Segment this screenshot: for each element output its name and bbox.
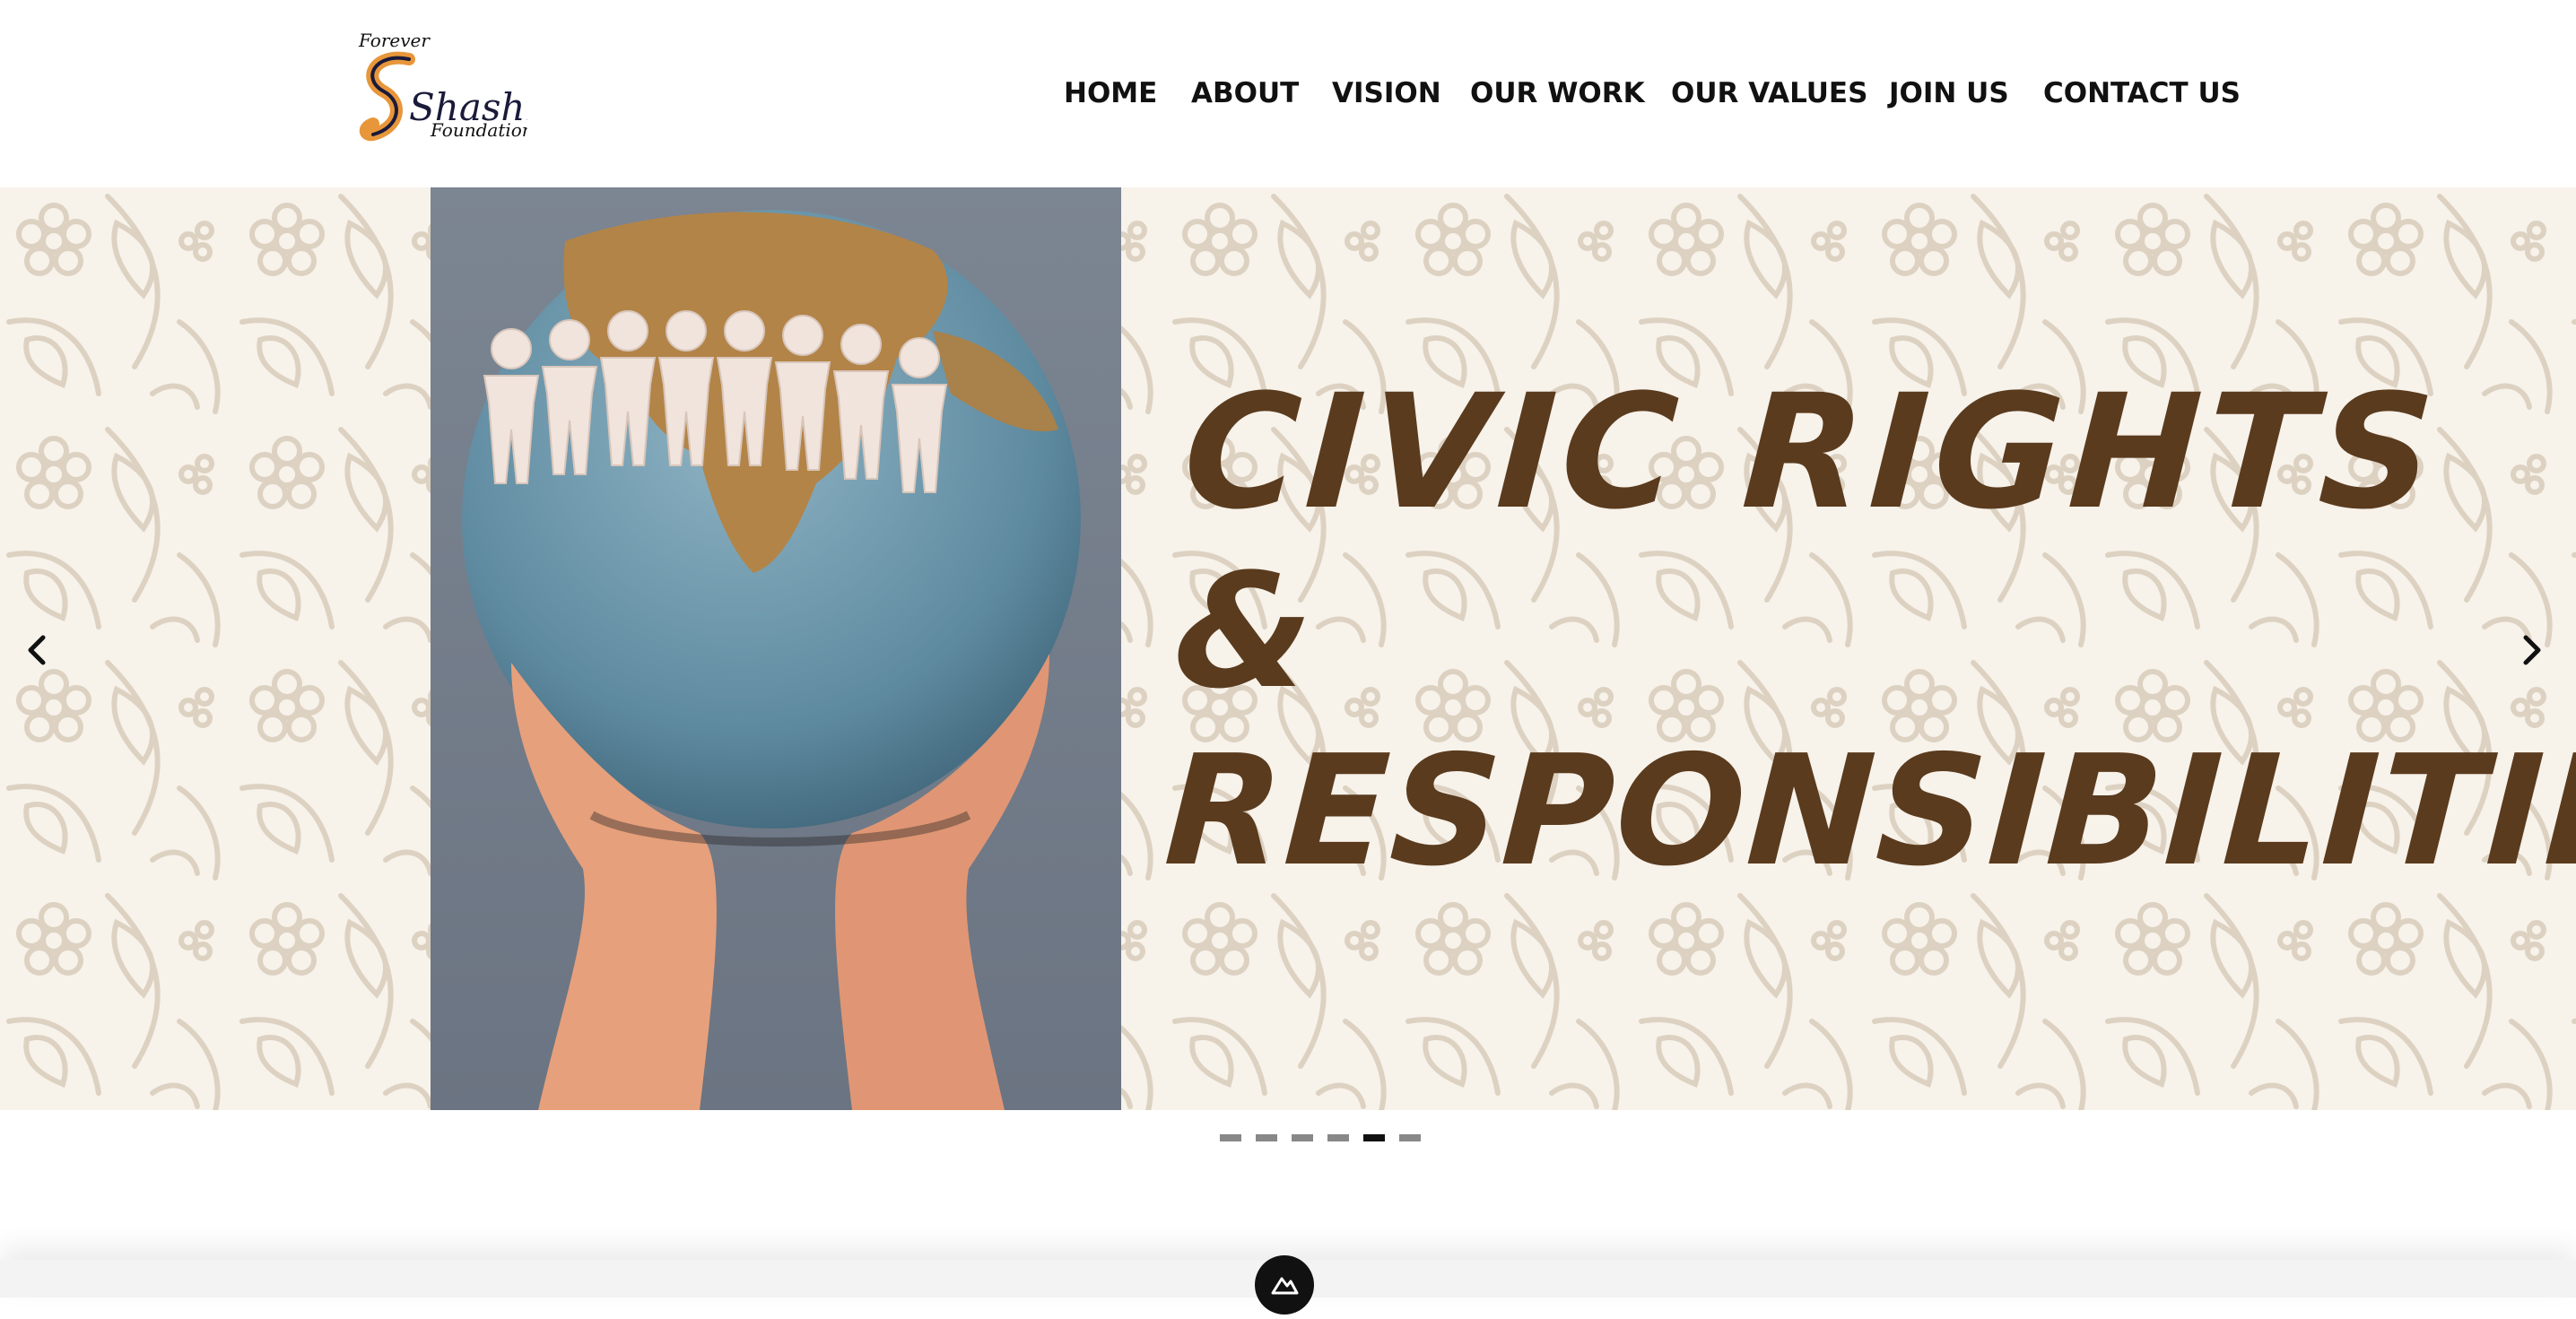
mountain-logo-icon[interactable]: [1255, 1255, 1314, 1315]
logo-bottom-text: Foundation: [430, 119, 527, 141]
site-header: Forever Shashi Foundation HOME ABOUT VIS…: [0, 0, 2576, 187]
hero-headline: Civic Rights & Responsibilities: [1161, 360, 2576, 901]
nav-vision[interactable]: VISION: [1332, 72, 1441, 115]
slide-dot[interactable]: [1399, 1134, 1421, 1141]
logo[interactable]: Forever Shashi Foundation: [357, 27, 527, 148]
hero-slider: Civic Rights & Responsibilities: [0, 187, 2576, 1110]
slide-dot[interactable]: [1220, 1134, 1241, 1141]
slide-dot[interactable]: [1292, 1134, 1313, 1141]
nav-our-work[interactable]: OUR WORK: [1470, 72, 1645, 115]
slide-dot[interactable]: [1256, 1134, 1277, 1141]
nav-contact-us[interactable]: CONTACT US: [2043, 72, 2241, 115]
headline-line-1: Civic Rights: [1179, 360, 2444, 544]
nav-home[interactable]: HOME: [1064, 72, 1157, 115]
logo-top-text: Forever: [358, 30, 431, 51]
globe-hands-photo: [431, 187, 1121, 1110]
headline-line-3: Responsibilities: [1161, 723, 2576, 900]
headline-line-2: &: [1170, 540, 1318, 724]
slide-dot[interactable]: [1363, 1134, 1385, 1141]
nav-join-us[interactable]: JOIN US: [1889, 72, 2009, 115]
chevron-right-icon[interactable]: [2508, 627, 2554, 673]
chevron-left-icon[interactable]: [14, 627, 61, 673]
slide-dot[interactable]: [1327, 1134, 1349, 1141]
nav-our-values[interactable]: OUR VALUES: [1671, 72, 1867, 115]
nav-about[interactable]: ABOUT: [1191, 72, 1299, 115]
